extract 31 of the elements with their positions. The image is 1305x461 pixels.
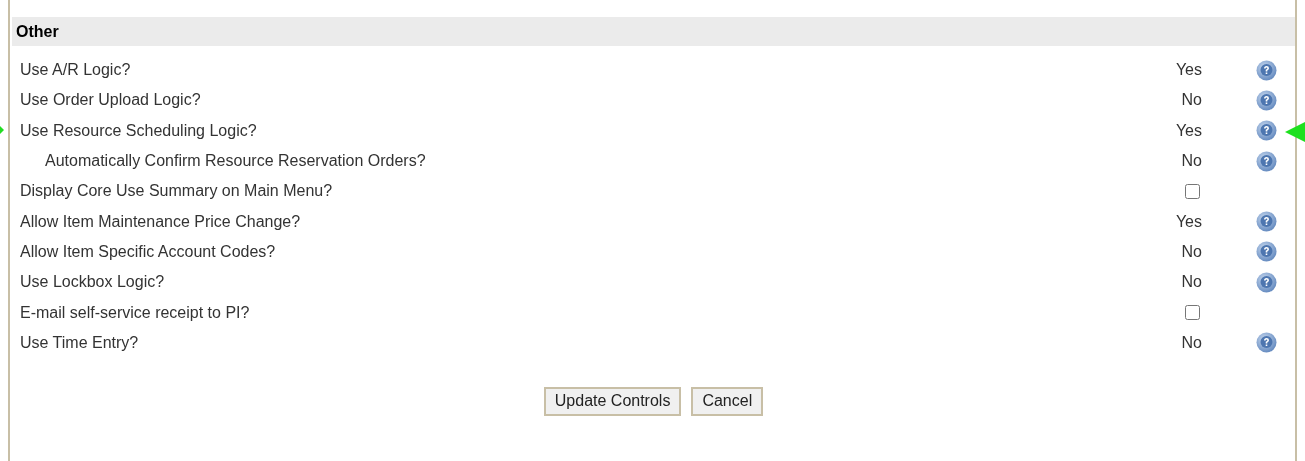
setting-value: Yes [1175, 60, 1202, 81]
form-button[interactable]: Update Controls [543, 386, 682, 416]
setting-value: No [1181, 332, 1202, 353]
setting-value: Yes [1175, 120, 1202, 141]
setting-label: Allow Item Maintenance Price Change? [19, 211, 302, 232]
help-icon[interactable] [1256, 332, 1277, 354]
help-icon[interactable] [1256, 89, 1277, 111]
checkbox[interactable] [1185, 183, 1200, 199]
setting-value: Yes [1175, 211, 1202, 232]
setting-label: Display Core Use Summary on Main Menu? [19, 181, 334, 202]
help-icon[interactable] [1256, 241, 1277, 263]
setting-value: No [1181, 272, 1202, 293]
setting-label: Use Resource Scheduling Logic? [19, 120, 258, 141]
setting-label: Allow Item Specific Account Codes? [19, 241, 277, 262]
setting-value: No [1181, 90, 1202, 111]
help-icon[interactable] [1256, 120, 1277, 142]
section-header: Other [12, 17, 1295, 46]
checkbox[interactable] [1185, 305, 1200, 320]
setting-value: No [1181, 151, 1202, 172]
setting-label: Use Lockbox Logic? [19, 272, 166, 293]
setting-label: Use A/R Logic? [19, 60, 132, 81]
form-button[interactable]: Cancel [691, 386, 764, 416]
setting-label: Automatically Confirm Resource Reservation Orders? [44, 151, 427, 172]
setting-label: Use Order Upload Logic? [19, 90, 202, 111]
help-icon[interactable] [1256, 211, 1277, 233]
setting-value: No [1181, 241, 1202, 262]
setting-label: Use Time Entry? [19, 332, 140, 353]
help-icon[interactable] [1256, 59, 1277, 81]
setting-label: E-mail self-service receipt to PI? [19, 302, 251, 323]
help-icon[interactable] [1256, 271, 1277, 293]
help-icon[interactable] [1256, 150, 1277, 172]
